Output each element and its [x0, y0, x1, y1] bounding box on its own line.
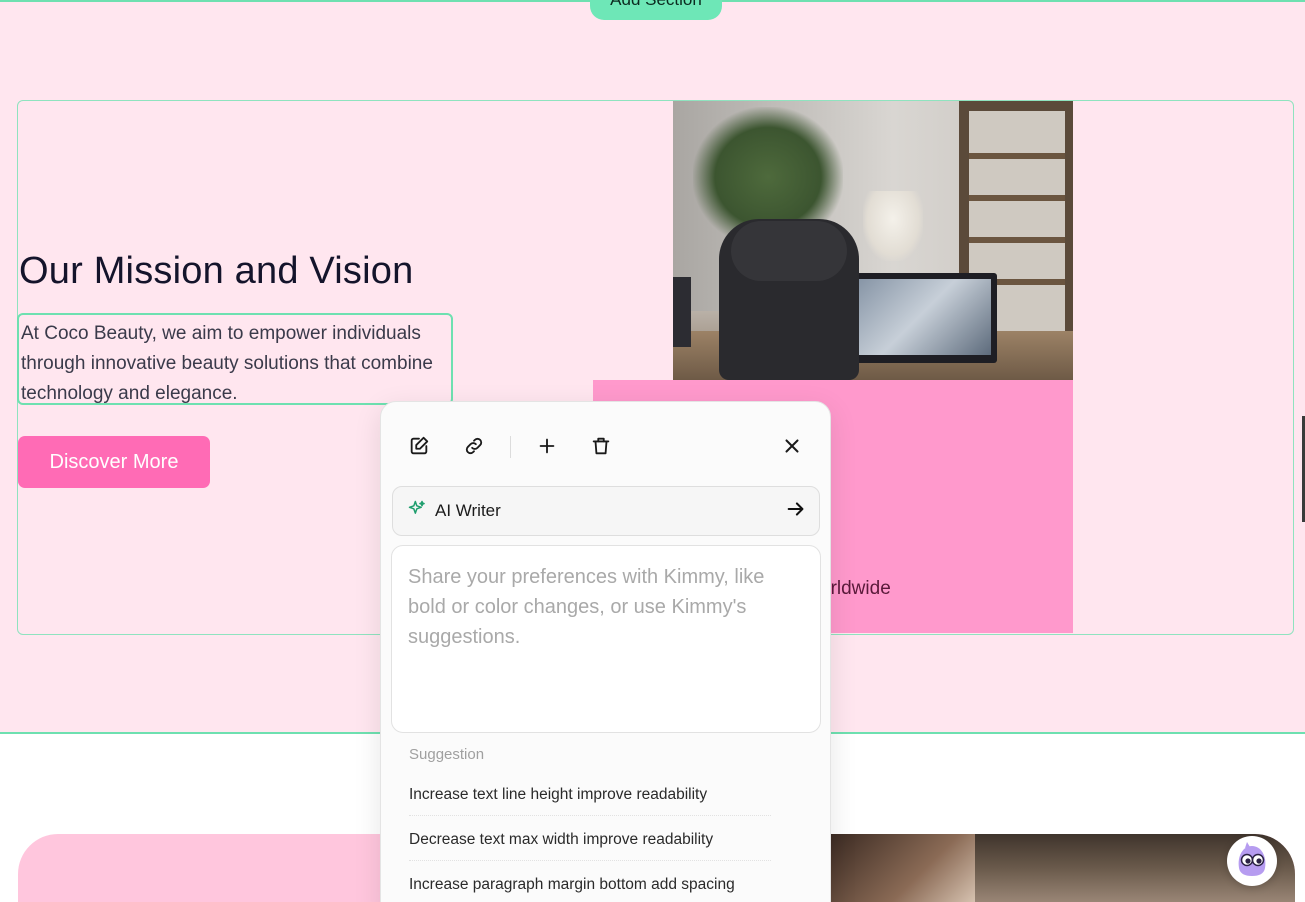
add-section-button[interactable]: Add Section — [590, 0, 722, 20]
ai-writer-button[interactable]: AI Writer — [392, 486, 820, 536]
suggestion-item[interactable]: Decrease text max width improve readabil… — [401, 823, 811, 861]
discover-more-button[interactable]: Discover More — [18, 436, 210, 488]
prompt-box — [391, 545, 821, 733]
trash-icon[interactable] — [587, 432, 615, 460]
edit-icon[interactable] — [405, 432, 433, 460]
kimmy-prompt-input[interactable] — [392, 546, 820, 732]
office-photo[interactable] — [673, 101, 1073, 380]
next-section-photo — [830, 834, 975, 902]
close-icon[interactable] — [778, 432, 806, 460]
suggestion-item[interactable]: Increase text line height improve readab… — [401, 778, 811, 816]
plus-icon[interactable] — [533, 432, 561, 460]
link-icon[interactable] — [460, 432, 488, 460]
section-title[interactable]: Our Mission and Vision — [19, 250, 413, 293]
sparkle-icon — [407, 499, 427, 524]
suggestion-item[interactable]: Increase paragraph margin bottom add spa… — [401, 868, 811, 902]
editor-toolbar — [381, 402, 832, 488]
ai-writer-label: AI Writer — [435, 501, 501, 520]
mission-paragraph[interactable]: At Coco Beauty, we aim to empower indivi… — [17, 313, 453, 405]
toolbar-divider — [510, 436, 511, 458]
kimmy-assistant-button[interactable] — [1227, 836, 1277, 886]
arrow-right-icon — [785, 498, 807, 525]
kimmy-mascot-icon — [1231, 838, 1273, 885]
suggestion-heading: Suggestion — [409, 746, 485, 763]
text-editor-popup: AI Writer Suggestion Increase text line … — [380, 401, 831, 902]
